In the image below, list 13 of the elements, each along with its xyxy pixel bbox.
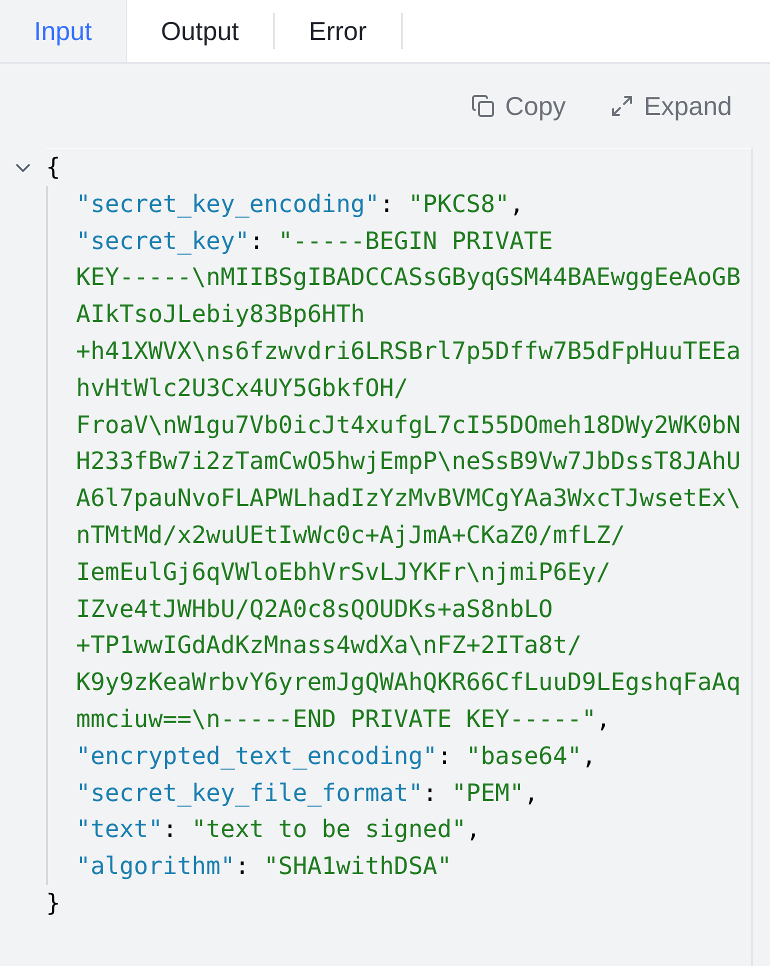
copy-icon [471,94,496,118]
expand-button[interactable]: Expand [610,86,732,126]
tab[interactable]: Input [0,0,127,62]
json-property: "text": "text to be signed", [76,814,481,846]
close-brace: } [46,888,60,917]
json-property: "secret_key": "-----BEGIN PRIVATE KEY-----\nMIIBSgIBADCCASsGByqGSM44BAEwggEeAoGB AIkTsoJLebiy83Bp6HTh +h41XWVX\ns6fzwvdri6LRSBrl7p5Dffw7B5dFpHuuTEEa hvHtWlc2U3Cx4UY5GbkfOH/ FroaV\nW1gu7Vb0icJt4xufgL7cI55DOmeh18DWy2WK0bN H233fBw7i2zTamCwO5hwjEmpP\neSsB9Vw7JbDssT8JAhU A6l7pauNvoFLAPWLhadIzYzMvBVMCgYAa3WxcTJwsetEx\ nTMtMd/x2wuUEtIwWc0c+AjJmA+CKaZ0/mfLZ/ IemEulGj6qVWloEbhVrSvLJYKFr\njmiP6Ey/ IZve4tJWHbU/Q2A0c8sQOUDKs+aS8nbLO +TP1wwIGdAdKzMnass4wdXa\nFZ+2ITa8t/ K9y9zKeaWrbvY6yremJgQWAhQKR66CfLuuD9LEgshqFaAq mmciuw==\n-----END PRIVATE KEY-----", [76,226,741,735]
copy-button[interactable]: Copy [471,86,566,126]
open-brace: { [46,153,60,181]
json-property: "secret_key_file_format": "PEM", [76,778,538,809]
expand-arrows-icon [610,94,634,118]
json-property: "encrypted_text_encoding": "base64", [76,740,596,772]
json-property: "secret_key_encoding": "PKCS8", [76,188,524,220]
json-property: "algorithm": "SHA1withDSA" [76,851,452,882]
